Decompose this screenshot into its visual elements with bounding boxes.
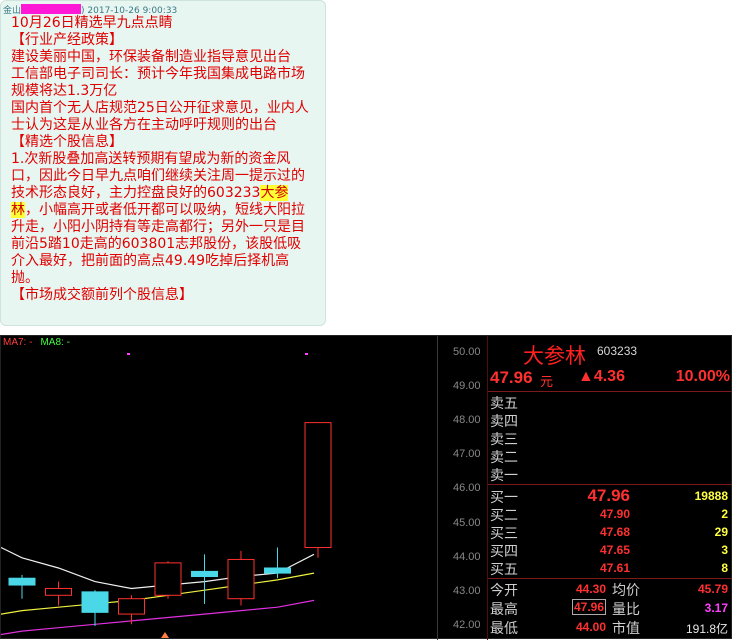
message-line: 【行业产经政策】 (11, 32, 123, 48)
stock-code: 603233 (597, 344, 638, 358)
ask-row[interactable]: 卖二 (490, 447, 732, 466)
candle-body (81, 591, 109, 613)
stat-row: 最高 47.96 量比 3.17 (490, 599, 732, 618)
high-value: 47.96 (571, 599, 606, 615)
y-tick: 44.00 (453, 551, 481, 563)
bid-row[interactable]: 买三 47.68 29 (490, 523, 732, 542)
bid-price: 47.90 (599, 507, 630, 521)
ma7-label: MA7: - (3, 337, 33, 348)
axis-divider (437, 336, 438, 640)
low-label: 最低 (490, 621, 518, 637)
bid-row[interactable]: 买五 47.61 8 (490, 559, 732, 578)
volume-ratio-value: 3.17 (704, 601, 728, 615)
open-label: 今开 (490, 583, 518, 599)
ask-label: 卖五 (490, 396, 518, 412)
y-tick: 43.00 (453, 585, 481, 597)
stock-paragraph: 1.次新股叠加高送转预期有望成为新的资金风口，因此今日早九点咱们继续关注周一提示… (11, 151, 311, 287)
bid-volume: 8 (721, 561, 728, 575)
price-change: ▲4.36 (578, 368, 625, 385)
bid-price: 47.65 (599, 543, 630, 557)
bid-price: 47.96 (587, 486, 630, 505)
ask-row[interactable]: 卖五 (490, 393, 732, 412)
ask-label: 卖一 (490, 468, 518, 484)
price-row: 47.96 元 ▲4.36 10.00% (490, 368, 732, 390)
stat-row: 今开 44.30 均价 45.79 (490, 580, 732, 599)
ask-label: 卖三 (490, 432, 518, 448)
ma-line-magenta (1, 599, 315, 636)
quote-divider (487, 336, 488, 640)
message-line: 工信部电子司司长：预计今年我国集成电路市场规模将达1.3万亿 (11, 66, 305, 99)
stock-paragraph-after: ，小幅高开或者低开都可以吸纳，短线大阳拉升走，小阳小阴持有等走高都行；另外一只是… (11, 202, 305, 286)
message-line: 国内首个无人店规范25日公开征求意见，业内人士认为这是从业各方在主动呼吁规则的出… (11, 100, 309, 133)
bid-label: 买四 (490, 544, 518, 560)
low-value: 44.00 (575, 620, 606, 634)
price-unit: 元 (540, 374, 554, 389)
ask-row[interactable]: 卖三 (490, 429, 732, 448)
bid-row[interactable]: 买一 47.96 19888 (490, 486, 732, 506)
message-line: 建设美丽中国，环保装备制造业指导意见出台 (11, 49, 291, 65)
volume-ratio-label: 量比 (612, 602, 640, 618)
candle-body (8, 577, 36, 586)
y-tick: 50.00 (453, 346, 481, 358)
y-tick: 45.00 (453, 517, 481, 529)
y-tick: 48.00 (453, 414, 481, 426)
candle-body (227, 558, 255, 600)
bid-volume: 2 (721, 507, 728, 521)
bid-volume: 3 (721, 543, 728, 557)
stock-name: 大参林 (523, 344, 586, 368)
candlestick-chart[interactable] (1, 336, 437, 640)
ma8-label: MA8: - (40, 337, 70, 348)
bid-label: 买三 (490, 526, 518, 542)
y-tick: 49.00 (453, 380, 481, 392)
market-cap-label: 市值 (612, 621, 640, 637)
bid-label: 买五 (490, 562, 518, 578)
bid-volume: 19888 (694, 489, 728, 503)
bid-price: 47.68 (599, 525, 630, 539)
ask-row[interactable]: 卖四 (490, 411, 732, 430)
ask-label: 卖二 (490, 450, 518, 466)
y-tick: 46.00 (453, 482, 481, 494)
chat-message-bubble: 金山) 2017-10-26 9:00:33 10月26日精选早九点点睛 【行业… (0, 0, 326, 326)
avg-price-label: 均价 (612, 583, 640, 599)
candle-body (191, 570, 218, 578)
divider (488, 391, 732, 392)
bid-row[interactable]: 买四 47.65 3 (490, 541, 732, 560)
market-cap-value: 191.8亿 (685, 622, 728, 636)
message-line: 【精选个股信息】 (11, 134, 123, 150)
message-line-cut: 【市场成交额前列个股信息】 (11, 287, 193, 303)
bid-volume: 29 (714, 525, 728, 539)
buy-arrow-icon (161, 632, 169, 638)
candle-body (304, 422, 332, 549)
avg-price-value: 45.79 (697, 582, 728, 596)
ask-label: 卖四 (490, 414, 518, 430)
message-line: 10月26日精选早九点点睛 (11, 15, 173, 31)
y-tick: 42.00 (453, 619, 481, 631)
divider (488, 578, 732, 579)
price-change-pct: 10.00% (675, 368, 730, 385)
candle-body (264, 567, 291, 574)
redacted-block (21, 4, 82, 14)
ma-legend: MA7: - MA8: - (3, 337, 70, 348)
divider (488, 484, 732, 485)
high-label: 最高 (490, 602, 518, 618)
y-tick: 47.00 (453, 448, 481, 460)
marker-dot (305, 353, 308, 355)
stock-quote-panel[interactable]: MA7: - MA8: - 50.00 49.00 48.00 47.00 46.… (0, 335, 732, 640)
bid-label: 买一 (490, 490, 518, 506)
candle-body (45, 587, 72, 596)
last-price: 47.96 (490, 368, 533, 387)
bid-price: 47.61 (599, 561, 630, 575)
bid-label: 买二 (490, 508, 518, 524)
ask-row[interactable]: 卖一 (490, 465, 732, 484)
open-value: 44.30 (575, 582, 606, 596)
candle-body (154, 562, 182, 596)
message-text: 10月26日精选早九点点睛 【行业产经政策】 建设美丽中国，环保装备制造业指导意… (11, 15, 311, 304)
candle-body (118, 598, 145, 615)
bid-row[interactable]: 买二 47.90 2 (490, 505, 732, 524)
marker-dot (127, 353, 130, 355)
stat-row: 最低 44.00 市值 191.8亿 (490, 618, 732, 637)
